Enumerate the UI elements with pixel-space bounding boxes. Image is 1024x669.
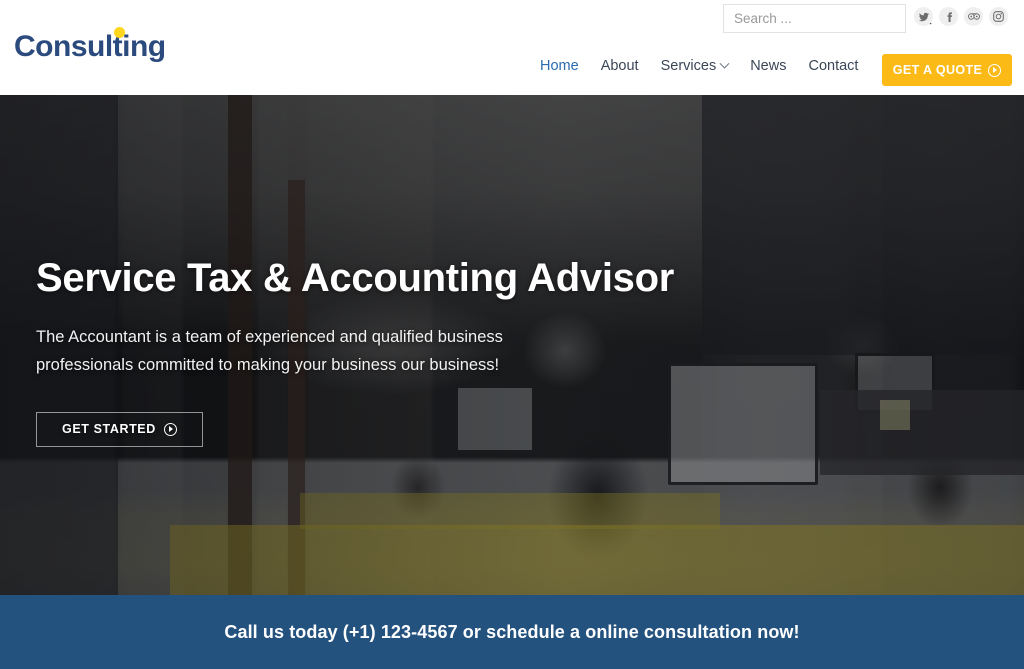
nav-item-home[interactable]: Home [540, 58, 579, 74]
call-to-action-text: Call us today (+1) 123-4567 or schedule … [224, 621, 800, 642]
instagram-icon [993, 11, 1004, 22]
tripadvisor-icon [967, 12, 980, 21]
circle-arrow-right-icon [988, 63, 1002, 77]
chevron-down-icon [719, 58, 730, 69]
call-to-action-bar: Call us today (+1) 123-4567 or schedule … [0, 595, 1024, 669]
hero-content: Service Tax & Accounting Advisor The Acc… [36, 255, 736, 447]
get-a-quote-button[interactable]: GET A QUOTE [882, 54, 1012, 86]
logo-dot-icon [114, 27, 125, 38]
hero-section: Service Tax & Accounting Advisor The Acc… [0, 95, 1024, 595]
social-link-instagram[interactable] [989, 7, 1008, 26]
search-box[interactable] [723, 4, 932, 33]
main-navigation: Home About Services News Contact [540, 58, 858, 74]
nav-item-about[interactable]: About [601, 58, 639, 74]
facebook-icon [944, 11, 954, 22]
logo-text: Consulting [14, 30, 166, 63]
hero-subtitle: The Accountant is a team of experienced … [36, 328, 503, 375]
twitter-icon [918, 12, 929, 22]
circle-arrow-right-icon [163, 422, 177, 436]
nav-item-services[interactable]: Services [660, 58, 730, 74]
social-link-tripadvisor[interactable] [964, 7, 983, 26]
search-input[interactable] [724, 5, 917, 32]
get-started-label: GET STARTED [62, 422, 156, 437]
get-started-button[interactable]: GET STARTED [36, 411, 203, 447]
social-link-twitter[interactable] [914, 7, 933, 26]
nav-item-contact[interactable]: Contact [808, 58, 858, 74]
site-header: Consulting Search ... Home About Service… [0, 0, 1024, 95]
get-a-quote-label: GET A QUOTE [892, 63, 983, 77]
nav-item-services-label: Services [660, 58, 717, 74]
social-links [914, 7, 1008, 26]
nav-item-news[interactable]: News [750, 58, 786, 74]
hero-title: Service Tax & Accounting Advisor [36, 256, 674, 300]
social-link-facebook[interactable] [939, 7, 958, 26]
site-logo[interactable]: Consulting [14, 27, 166, 64]
